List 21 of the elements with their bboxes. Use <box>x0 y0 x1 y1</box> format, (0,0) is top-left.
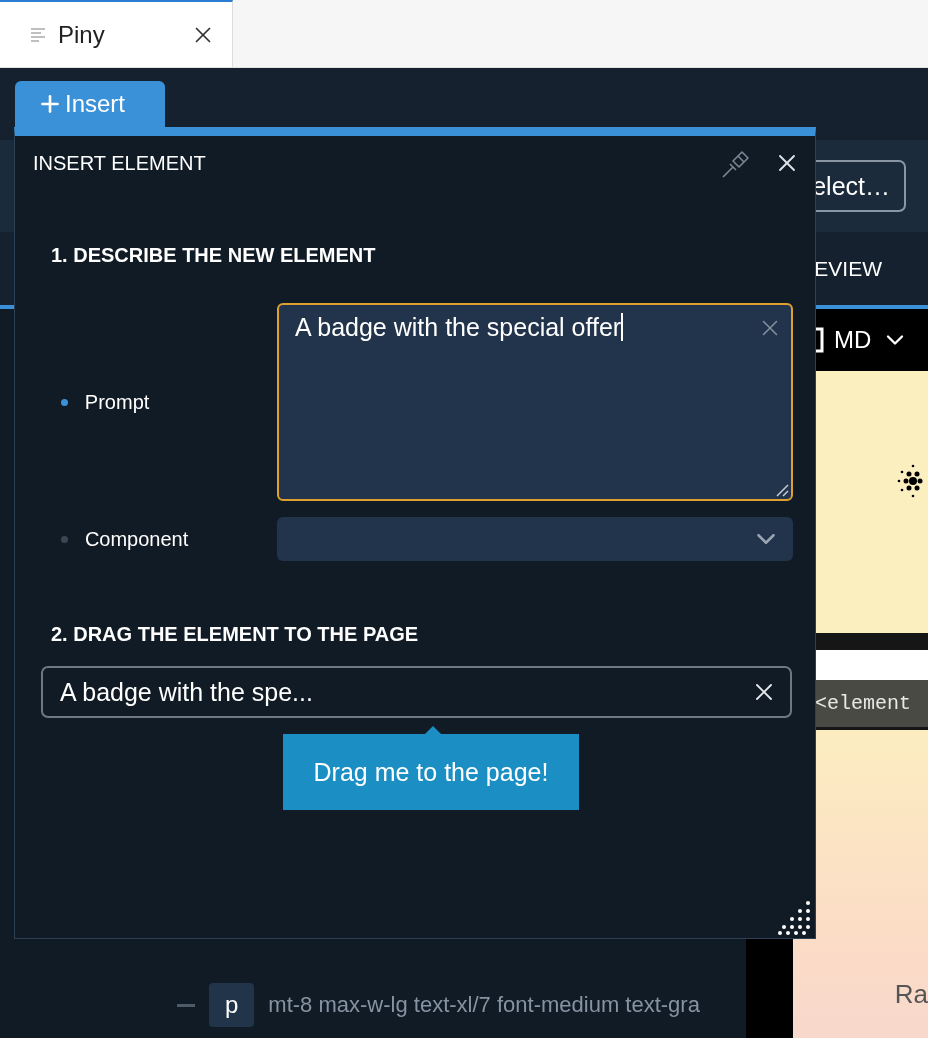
field-label: Prompt <box>84 390 151 414</box>
step-heading: 1. DESCRIBE THE NEW ELEMENT <box>51 244 377 267</box>
tooltip-pointer <box>425 726 441 734</box>
draggable-element[interactable]: A badge with the spe... <box>41 666 792 718</box>
tree-line <box>177 1003 195 1007</box>
breakpoint-label[interactable]: MD <box>834 326 872 354</box>
resize-grip-icon[interactable] <box>775 483 789 497</box>
prompt-field[interactable]: A badge with the special offer <box>277 303 793 501</box>
field-label: Component <box>84 527 190 551</box>
preview-text: Ra <box>894 979 928 1010</box>
prompt-text: A badge with the special offer <box>295 313 624 341</box>
tag-label[interactable]: p <box>209 983 255 1027</box>
class-list: mt-8 max-w-lg text-xl/7 font-medium text-gra <box>268 992 700 1018</box>
lines-icon <box>30 26 46 43</box>
element-text: A badge with the spe... <box>60 677 314 707</box>
step-heading: 2. DRAG THE ELEMENT TO THE PAGE <box>51 623 420 646</box>
resize-handle-icon[interactable] <box>778 901 812 935</box>
tab-title: Piny <box>58 20 106 49</box>
browser-tab[interactable]: Piny <box>0 0 233 67</box>
preview-tab[interactable]: EVIEW <box>814 256 882 281</box>
dialog-title: INSERT ELEMENT <box>33 151 207 175</box>
